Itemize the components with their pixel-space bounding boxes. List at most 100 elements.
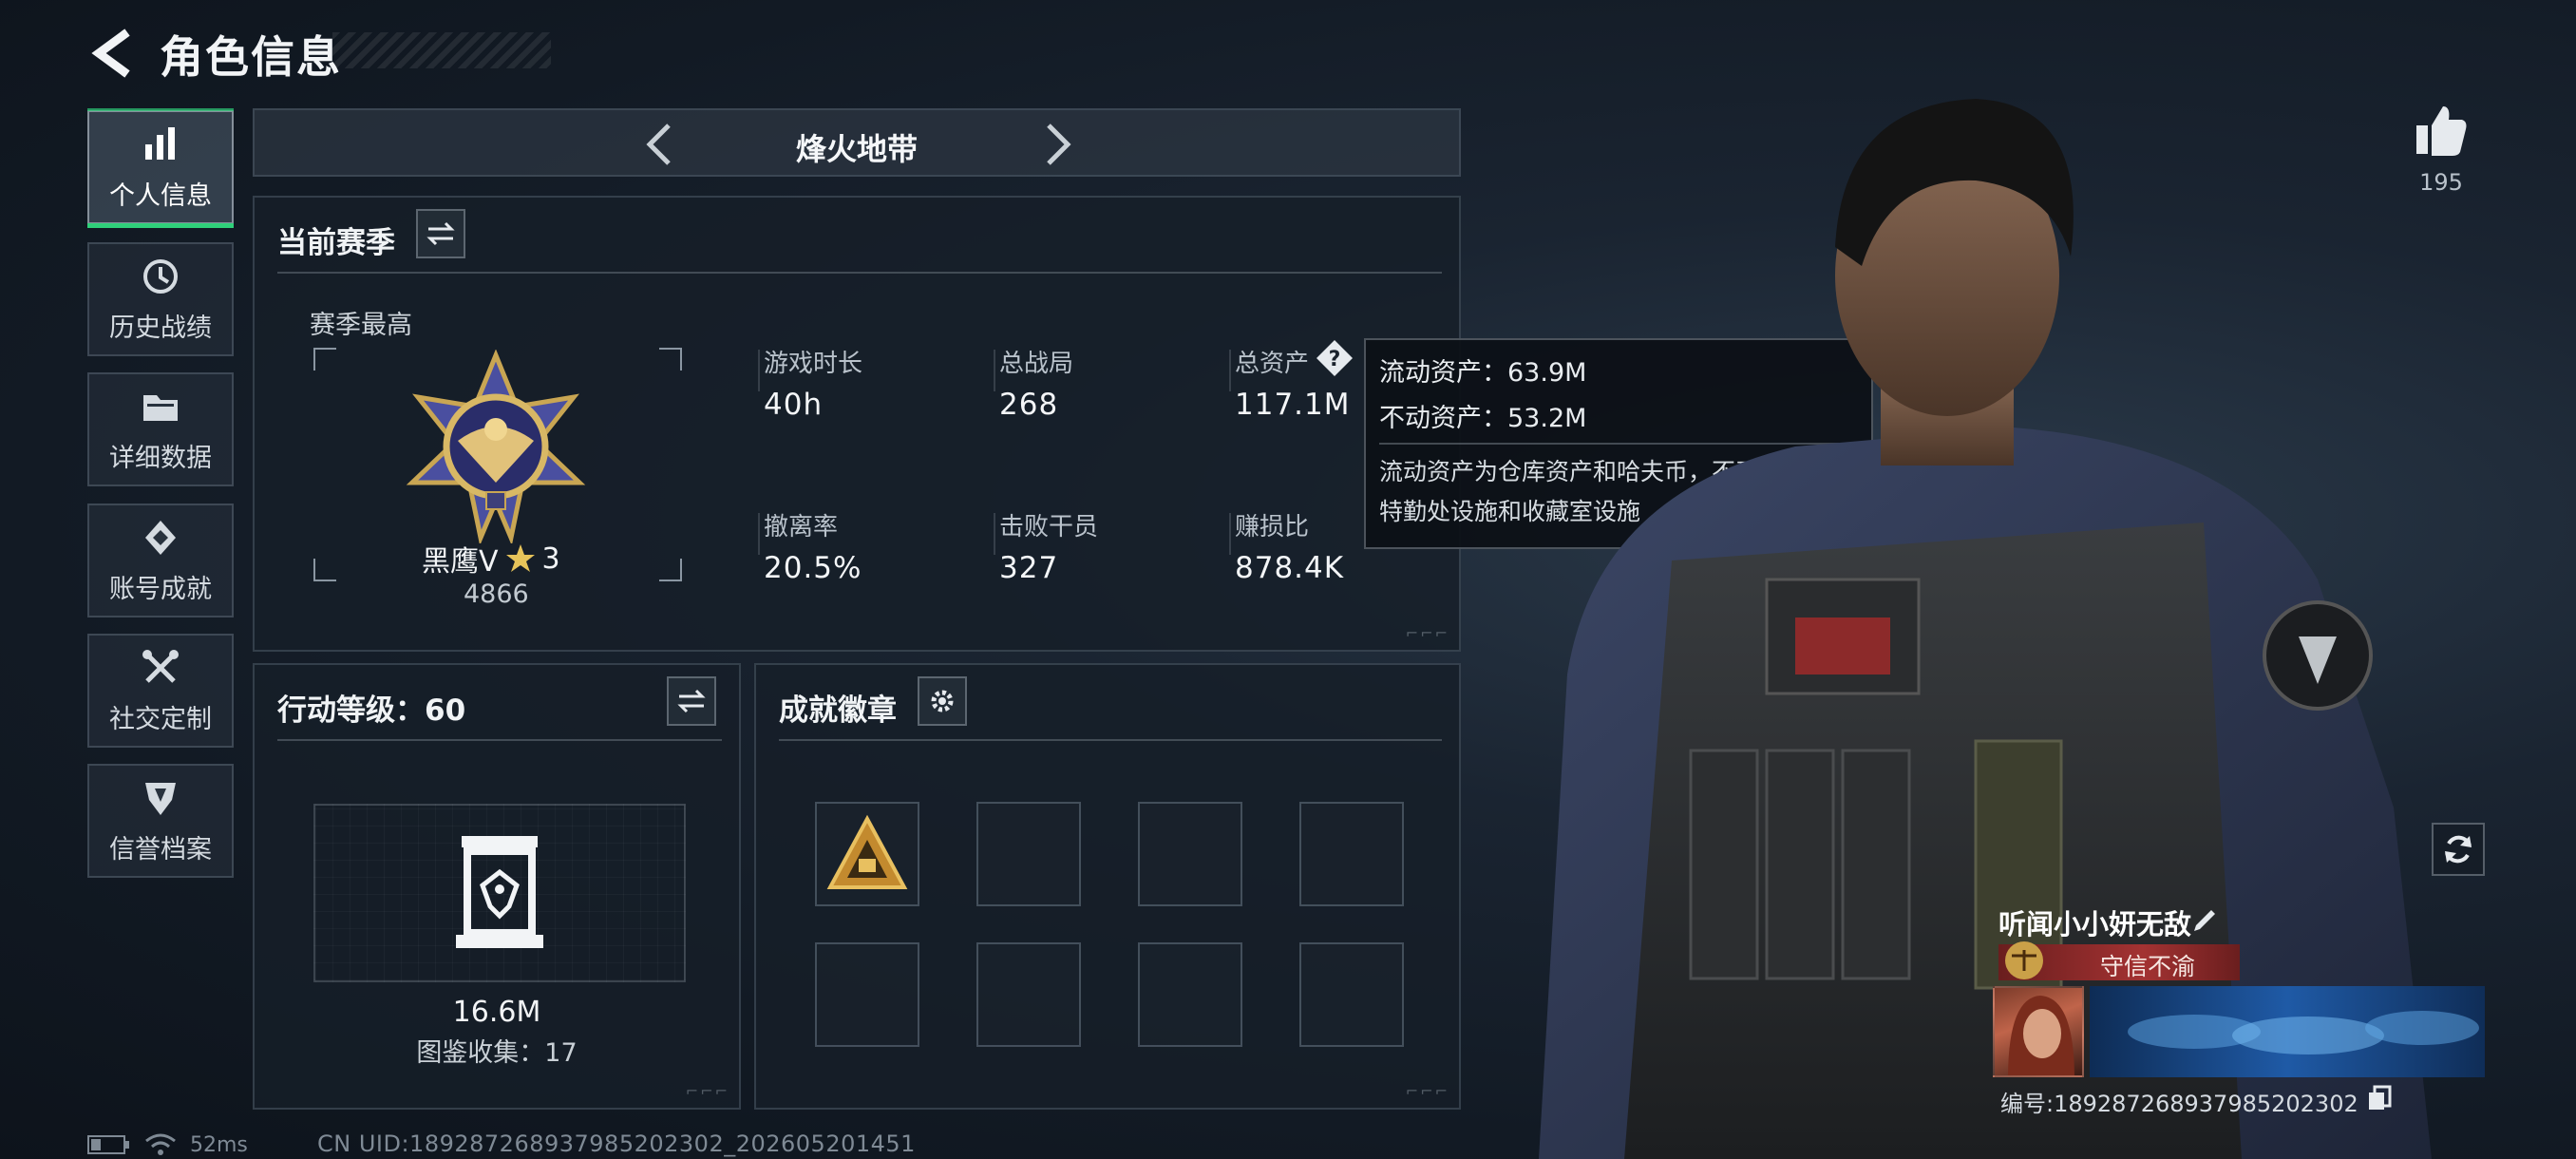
sidebar-item-label: 个人信息 — [109, 180, 212, 211]
divider — [1229, 513, 1231, 555]
collection-case-icon — [456, 836, 543, 948]
collection-count: 图鉴收集：17 — [416, 1038, 578, 1068]
action-level-title: 行动等级：60 — [277, 694, 466, 728]
mode-title: 烽火地带 — [795, 131, 918, 167]
avatar[interactable] — [1993, 986, 2084, 1077]
badge-slot[interactable] — [1299, 942, 1404, 1047]
collection-value: 16.6M — [452, 996, 541, 1029]
stat-value: 40h — [764, 388, 824, 422]
tools-icon — [142, 649, 179, 683]
svg-text:?: ? — [1329, 348, 1341, 371]
sidebar-item-label: 社交定制 — [109, 704, 212, 734]
player-id: 编号:1892872689379852023​02 — [2000, 1091, 2358, 1117]
star-icon — [505, 544, 535, 572]
season-best-label: 赛季最高 — [310, 311, 412, 340]
page-title: 角色信息 — [160, 31, 342, 83]
sidebar-item-label: 历史战绩 — [109, 313, 212, 343]
wifi-icon — [145, 1133, 176, 1155]
title-decoration — [332, 32, 551, 68]
sidebar-item-label: 详细数据 — [109, 443, 212, 473]
edit-pencil-icon[interactable] — [2190, 904, 2221, 935]
badge-slot[interactable] — [1138, 802, 1242, 906]
sidebar-item-credit[interactable]: 信誉档案 — [87, 764, 234, 878]
divider — [994, 513, 995, 555]
achievement-badge-panel: 成就徽章 ⌐⌐⌐ — [754, 663, 1461, 1110]
rank-score: 4866 — [464, 580, 529, 609]
swap-icon — [426, 221, 455, 246]
season-title: 当前赛季 — [277, 226, 395, 260]
season-switch-button[interactable] — [416, 209, 465, 258]
badge-slot[interactable] — [976, 802, 1081, 906]
like-count: 195 — [2419, 169, 2463, 196]
stat-label: 撤离率 — [764, 513, 839, 542]
sidebar-item-personal-info[interactable]: 个人信息 — [87, 108, 234, 228]
badge-slot[interactable] — [815, 802, 919, 906]
divider — [277, 739, 722, 741]
rank-stars: 3 — [541, 542, 560, 576]
badge-slot[interactable] — [1138, 942, 1242, 1047]
sidebar-item-social[interactable]: 社交定制 — [87, 634, 234, 748]
badge-settings-button[interactable] — [918, 676, 967, 726]
sidebar-item-label: 账号成就 — [109, 574, 212, 604]
action-level-panel: 行动等级：60 16.6M 图鉴收集：17 ⌐⌐⌐ — [253, 663, 741, 1110]
bar-chart-icon — [145, 126, 175, 160]
honor-title: 守信不渝 — [2099, 953, 2195, 980]
stat-label: 总战局 — [999, 350, 1074, 378]
player-banner-image — [2090, 986, 2485, 1077]
divider — [1229, 350, 1231, 391]
back-arrow-icon[interactable] — [87, 27, 141, 80]
ping-text: 52ms — [190, 1132, 248, 1157]
stat-value: 878.4K — [1235, 551, 1345, 585]
rank-medal-icon — [406, 350, 586, 543]
corner-decoration: ⌐⌐⌐ — [1405, 1082, 1449, 1100]
divider — [758, 513, 760, 555]
divider — [994, 350, 995, 391]
scales-icon — [2005, 941, 2043, 979]
sidebar-item-history[interactable]: 历史战绩 — [87, 242, 234, 356]
sidebar-item-achievements[interactable]: 账号成就 — [87, 504, 234, 618]
divider — [758, 350, 760, 391]
badge-slot[interactable] — [976, 942, 1081, 1047]
help-icon[interactable]: ? — [1315, 338, 1354, 378]
stat-value: 20.5% — [764, 551, 862, 585]
swap-icon — [677, 689, 706, 713]
history-icon — [143, 258, 178, 294]
divider — [779, 739, 1442, 741]
triangle-badge-icon — [826, 814, 908, 889]
corner-decoration: ⌐⌐⌐ — [685, 1082, 729, 1100]
next-mode-button[interactable] — [1037, 122, 1079, 167]
stat-value: 327 — [999, 551, 1059, 585]
stat-label: 总资产 — [1235, 350, 1310, 378]
badge-slot[interactable] — [815, 942, 919, 1047]
divider — [277, 272, 1442, 274]
achievement-icon — [145, 520, 176, 555]
sidebar-item-label: 信誉档案 — [109, 834, 212, 864]
stat-label: 游戏时长 — [764, 350, 863, 378]
badge-title: 成就徽章 — [779, 694, 897, 728]
rank-name-row: 黑鹰Ⅴ 3 — [422, 538, 560, 580]
status-bar: 52ms — [87, 1130, 248, 1159]
sidebar-item-detailed-data[interactable]: 详细数据 — [87, 372, 234, 486]
rank-name: 黑鹰Ⅴ — [422, 545, 499, 579]
honor-title-badge: 守信不渝 — [1998, 941, 2240, 980]
shield-icon — [145, 782, 176, 815]
folder-icon — [143, 394, 178, 421]
mode-selector: 烽火地带 — [253, 108, 1461, 177]
stat-label: 击败干员 — [999, 513, 1099, 542]
stat-value: 117.1M — [1235, 388, 1351, 422]
thumbs-up-icon[interactable] — [2413, 103, 2470, 160]
season-panel: 当前赛季 赛季最高 黑鹰Ⅴ 3 4866 游戏时长 40h 总战局 268 总资… — [253, 196, 1461, 652]
badge-slot[interactable] — [1299, 802, 1404, 906]
refresh-icon — [2445, 835, 2472, 864]
refresh-button[interactable] — [2432, 823, 2485, 876]
uid-text: CN UID:18928726893798520230​2_2026052014… — [317, 1130, 916, 1157]
level-switch-button[interactable] — [667, 676, 716, 726]
banner-art — [2128, 1011, 2479, 1054]
player-name: 听闻小小妍无敌 — [1998, 908, 2192, 940]
avatar-portrait-image — [2008, 996, 2074, 1075]
battery-icon — [87, 1135, 129, 1154]
gear-icon — [931, 690, 954, 712]
stat-label: 赚损比 — [1235, 513, 1310, 542]
stat-value: 268 — [999, 388, 1059, 422]
copy-icon[interactable] — [2365, 1083, 2394, 1112]
